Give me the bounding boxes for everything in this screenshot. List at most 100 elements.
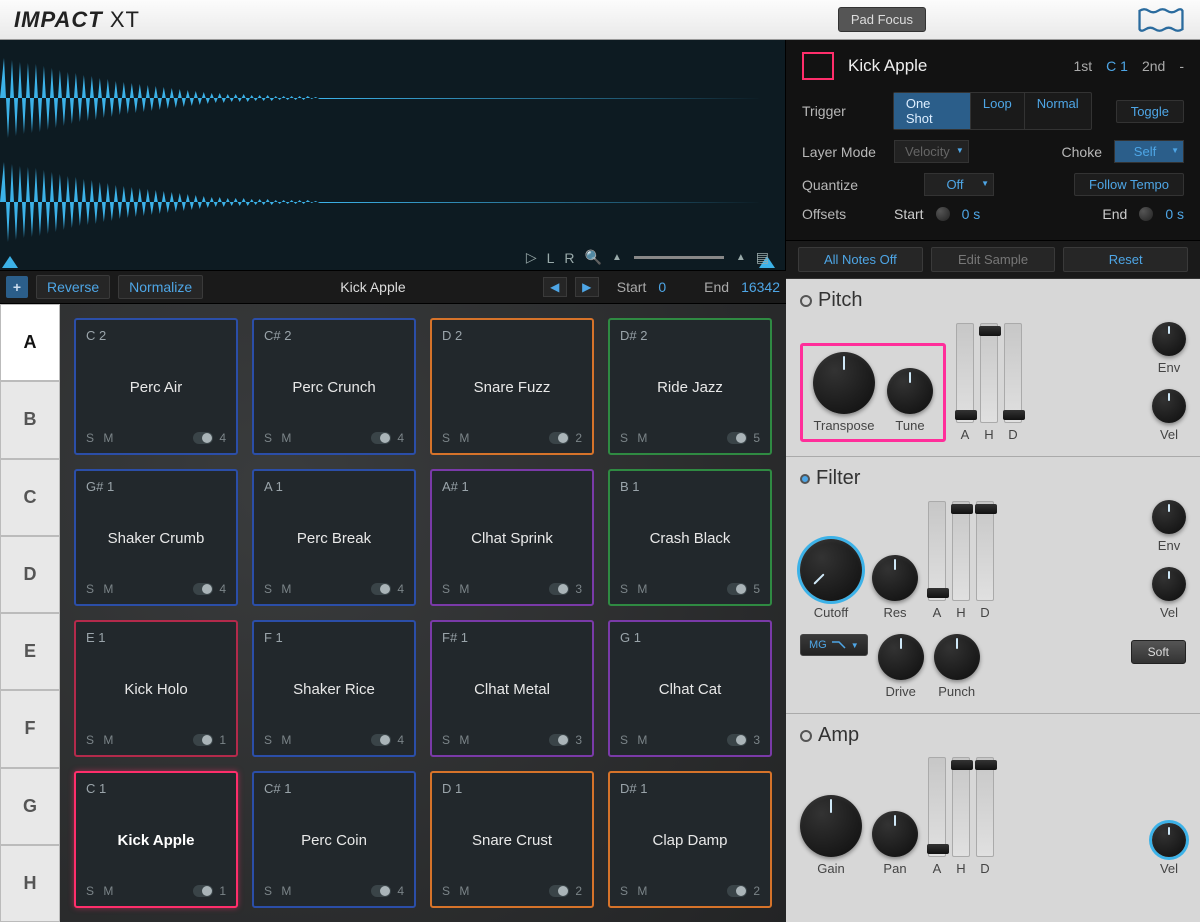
zoom-icon[interactable]: 🔍 xyxy=(585,249,602,266)
filter-hold-slider[interactable] xyxy=(952,501,970,601)
pad-output-toggle[interactable] xyxy=(727,432,747,444)
edit-sample-button[interactable]: Edit Sample xyxy=(931,247,1056,272)
pad-Csharp1[interactable]: C# 1Perc CoinS M4 xyxy=(252,771,416,908)
pad-solo-mute[interactable]: S M xyxy=(620,431,650,445)
pad-solo-mute[interactable]: S M xyxy=(86,582,116,596)
bank-B[interactable]: B xyxy=(0,381,60,458)
filter-decay-slider[interactable] xyxy=(976,501,994,601)
pad-output-toggle[interactable] xyxy=(727,885,747,897)
bank-H[interactable]: H xyxy=(0,845,60,922)
pad-A1[interactable]: A 1Perc BreakS M4 xyxy=(252,469,416,606)
zoom-slider[interactable] xyxy=(634,256,724,259)
amp-enable-icon[interactable] xyxy=(800,730,812,742)
reverse-button[interactable]: Reverse xyxy=(36,275,110,299)
pad-output-toggle[interactable] xyxy=(193,583,213,595)
play-icon[interactable]: ▷ xyxy=(526,249,537,266)
start-value[interactable]: 0 xyxy=(658,279,666,295)
pad-output-toggle[interactable] xyxy=(193,734,213,746)
pad-output-toggle[interactable] xyxy=(727,734,747,746)
bank-D[interactable]: D xyxy=(0,536,60,613)
offset-end-value[interactable]: 0 s xyxy=(1165,206,1184,222)
choke-dropdown[interactable]: Self xyxy=(1114,140,1184,163)
pad-F1[interactable]: F 1Shaker RiceS M4 xyxy=(252,620,416,757)
amp-attack-slider[interactable] xyxy=(928,757,946,857)
pad-G1[interactable]: G 1Clhat CatS M3 xyxy=(608,620,772,757)
pad-solo-mute[interactable]: S M xyxy=(86,733,116,747)
pad-Gsharp1[interactable]: G# 1Shaker CrumbS M4 xyxy=(74,469,238,606)
next-sample-button[interactable]: ▶ xyxy=(575,277,599,297)
pad-C1[interactable]: C 1Kick AppleS M1 xyxy=(74,771,238,908)
pitch-env-knob[interactable] xyxy=(1152,322,1186,356)
pan-knob[interactable] xyxy=(872,811,918,857)
transpose-knob[interactable] xyxy=(813,352,875,414)
pad-solo-mute[interactable]: S M xyxy=(86,431,116,445)
pad-solo-mute[interactable]: S M xyxy=(620,582,650,596)
pad-solo-mute[interactable]: S M xyxy=(442,582,472,596)
pad-solo-mute[interactable]: S M xyxy=(264,884,294,898)
layermode-dropdown[interactable]: Velocity xyxy=(894,140,969,163)
pad-Asharp1[interactable]: A# 1Clhat SprinkS M3 xyxy=(430,469,594,606)
pad-solo-mute[interactable]: S M xyxy=(442,733,472,747)
pad-solo-mute[interactable]: S M xyxy=(620,733,650,747)
pad-solo-mute[interactable]: S M xyxy=(264,431,294,445)
pad-output-toggle[interactable] xyxy=(549,583,569,595)
filter-env-knob[interactable] xyxy=(1152,500,1186,534)
pad-Dsharp1[interactable]: D# 1Clap DampS M2 xyxy=(608,771,772,908)
follow-tempo-button[interactable]: Follow Tempo xyxy=(1074,173,1184,196)
vzoom-caret-icon[interactable]: ▲ xyxy=(612,252,622,263)
layer-2-note[interactable]: - xyxy=(1179,58,1184,74)
pad-color-swatch[interactable] xyxy=(802,52,834,80)
pad-output-toggle[interactable] xyxy=(727,583,747,595)
bank-G[interactable]: G xyxy=(0,768,60,845)
normalize-button[interactable]: Normalize xyxy=(118,275,203,299)
trigger-loop[interactable]: Loop xyxy=(971,93,1025,129)
pad-output-toggle[interactable] xyxy=(193,432,213,444)
pad-B1[interactable]: B 1Crash BlackS M5 xyxy=(608,469,772,606)
trigger-normal[interactable]: Normal xyxy=(1025,93,1091,129)
amp-decay-slider[interactable] xyxy=(976,757,994,857)
fit-icon[interactable]: ▤ xyxy=(756,249,769,266)
pad-output-toggle[interactable] xyxy=(371,885,391,897)
reset-button[interactable]: Reset xyxy=(1063,247,1188,272)
pad-solo-mute[interactable]: S M xyxy=(442,884,472,898)
add-sample-button[interactable]: + xyxy=(6,276,28,298)
bank-C[interactable]: C xyxy=(0,459,60,536)
pad-C2[interactable]: C 2Perc AirS M4 xyxy=(74,318,238,455)
channel-R-button[interactable]: R xyxy=(564,250,574,266)
pad-Csharp2[interactable]: C# 2Perc CrunchS M4 xyxy=(252,318,416,455)
pitch-hold-slider[interactable] xyxy=(980,323,998,423)
pad-output-toggle[interactable] xyxy=(371,734,391,746)
filter-enable-icon[interactable] xyxy=(800,474,810,484)
punch-knob[interactable] xyxy=(934,634,980,680)
amp-vel-knob[interactable] xyxy=(1152,823,1186,857)
pad-output-toggle[interactable] xyxy=(371,583,391,595)
filter-vel-knob[interactable] xyxy=(1152,567,1186,601)
filter-type-dropdown[interactable]: MG▼ xyxy=(800,634,868,656)
res-knob[interactable] xyxy=(872,555,918,601)
pad-output-toggle[interactable] xyxy=(549,734,569,746)
cutoff-knob[interactable] xyxy=(800,539,862,601)
pad-D2[interactable]: D 2Snare FuzzS M2 xyxy=(430,318,594,455)
pad-focus-button[interactable]: Pad Focus xyxy=(838,7,926,32)
offset-end-knob[interactable] xyxy=(1139,207,1153,221)
amp-hold-slider[interactable] xyxy=(952,757,970,857)
start-marker-icon[interactable] xyxy=(2,256,18,268)
pad-solo-mute[interactable]: S M xyxy=(264,733,294,747)
offset-start-value[interactable]: 0 s xyxy=(962,206,981,222)
bank-F[interactable]: F xyxy=(0,690,60,767)
pitch-vel-knob[interactable] xyxy=(1152,389,1186,423)
pad-E1[interactable]: E 1Kick HoloS M1 xyxy=(74,620,238,757)
pad-D1[interactable]: D 1Snare CrustS M2 xyxy=(430,771,594,908)
pad-Fsharp1[interactable]: F# 1Clhat MetalS M3 xyxy=(430,620,594,757)
soft-button[interactable]: Soft xyxy=(1131,640,1186,664)
pad-output-toggle[interactable] xyxy=(549,885,569,897)
pitch-enable-icon[interactable] xyxy=(800,295,812,307)
all-notes-off-button[interactable]: All Notes Off xyxy=(798,247,923,272)
pad-Dsharp2[interactable]: D# 2Ride JazzS M5 xyxy=(608,318,772,455)
pad-solo-mute[interactable]: S M xyxy=(264,582,294,596)
waveform-display[interactable]: ▷ L R 🔍 ▲ ▲ ▤ xyxy=(0,40,786,270)
trigger-toggle-button[interactable]: Toggle xyxy=(1116,100,1184,123)
offset-start-knob[interactable] xyxy=(936,207,950,221)
prev-sample-button[interactable]: ◀ xyxy=(543,277,567,297)
trigger-oneshot[interactable]: One Shot xyxy=(894,93,971,129)
